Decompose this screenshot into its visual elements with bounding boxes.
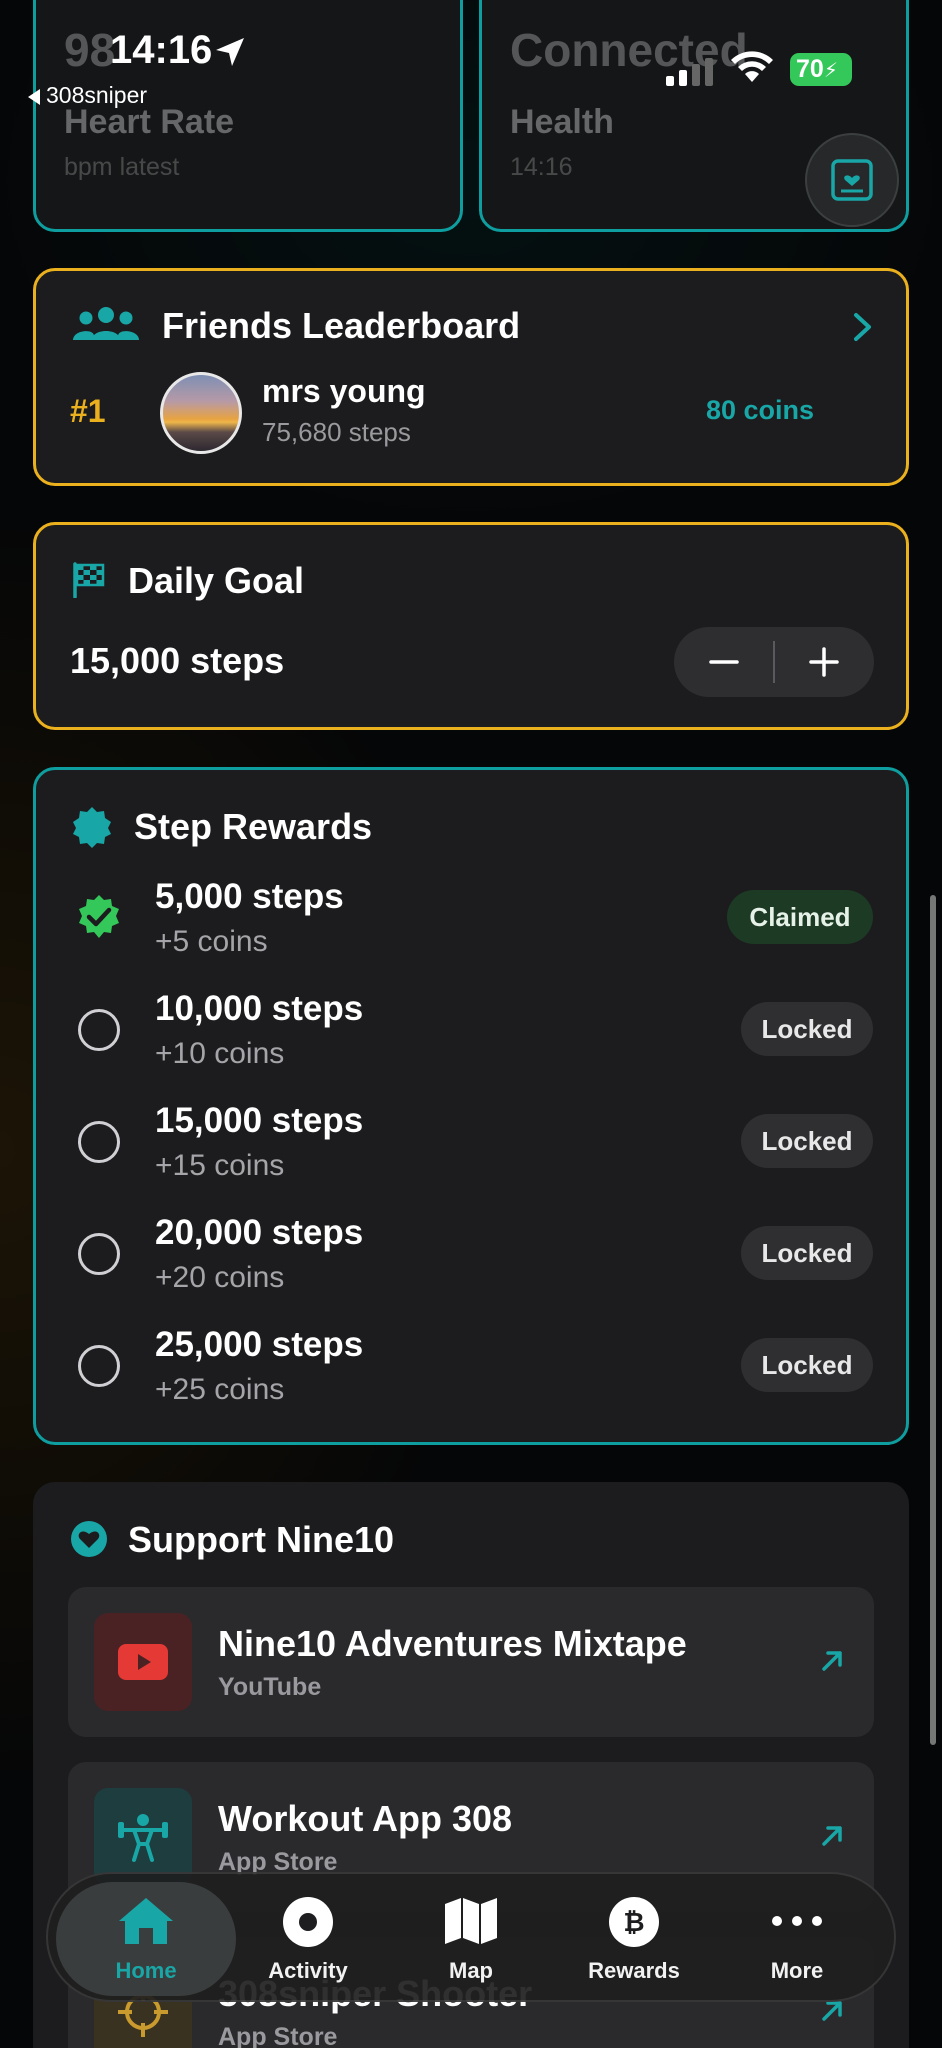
plus-icon — [809, 647, 839, 677]
link-subtitle: YouTube — [218, 1673, 322, 1701]
friends-leaderboard-card[interactable] — [33, 268, 909, 486]
claimed-check-icon — [79, 895, 119, 938]
charging-bolt-icon: ⚡ — [823, 60, 838, 82]
tab-label: More — [770, 1958, 824, 1983]
locked-badge: Locked — [741, 1002, 873, 1056]
link-subtitle: App Store — [218, 2023, 338, 2048]
health-title: Health — [510, 103, 614, 141]
floating-note-button[interactable] — [805, 133, 899, 227]
scrollbar[interactable] — [930, 895, 936, 1745]
bottom-tab-bar: Home Activity Map ₿ Rewards More — [46, 1872, 896, 2002]
locked-circle-icon — [78, 1345, 120, 1387]
weightlifter-icon — [118, 1814, 168, 1862]
tab-label: Home — [115, 1958, 177, 1983]
reward-coins: +10 coins — [155, 1037, 285, 1070]
reward-coins: +15 coins — [155, 1149, 285, 1182]
reward-steps: 25,000 steps — [155, 1325, 364, 1364]
more-icon — [772, 1916, 822, 1926]
chevron-right-icon[interactable] — [852, 312, 874, 342]
note-icon — [831, 159, 873, 201]
reward-steps: 5,000 steps — [155, 877, 344, 916]
locked-circle-icon — [78, 1233, 120, 1275]
external-arrow-icon — [822, 1826, 842, 1846]
leaderboard-name: mrs young — [262, 373, 426, 409]
daily-goal-card — [33, 522, 909, 730]
support-title: Support Nine10 — [128, 1519, 395, 1560]
leaderboard-coins: 80 coins — [705, 395, 814, 425]
tab-label: Rewards — [588, 1958, 680, 1983]
external-arrow-icon — [822, 1651, 842, 1671]
reward-coins: +5 coins — [155, 925, 268, 958]
reward-steps: 10,000 steps — [155, 989, 364, 1028]
step-rewards-title: Step Rewards — [134, 806, 373, 847]
locked-circle-icon — [78, 1009, 120, 1051]
tab-home[interactable]: Home — [66, 1874, 226, 2004]
leaderboard-title: Friends Leaderboard — [162, 305, 521, 346]
battery-level: 70 — [796, 55, 824, 83]
friends-group-icon — [73, 307, 139, 340]
tab-more[interactable]: More — [717, 1874, 877, 2004]
reward-steps: 20,000 steps — [155, 1213, 364, 1252]
activity-icon — [283, 1897, 333, 1947]
tab-label: Map — [449, 1958, 493, 1983]
goal-stepper — [674, 627, 874, 697]
location-arrow-icon — [216, 38, 244, 66]
youtube-icon — [118, 1644, 168, 1680]
leaderboard-steps: 75,680 steps — [262, 417, 411, 447]
youtube-icon-tile — [94, 1613, 192, 1711]
tab-label: Activity — [268, 1958, 348, 1983]
heart-rate-value: 98 — [64, 24, 116, 76]
heart-rate-sub: bpm latest — [64, 153, 180, 181]
map-icon — [445, 1898, 497, 1944]
tab-map[interactable]: Map — [391, 1874, 551, 2004]
back-to-app[interactable]: 308sniper — [28, 82, 147, 109]
link-title: Workout App 308 — [218, 1798, 513, 1839]
battery-indicator: 70⚡ — [790, 53, 852, 86]
locked-badge: Locked — [741, 1114, 873, 1168]
claimed-badge: Claimed — [727, 890, 873, 944]
svg-text:₿: ₿ — [623, 1908, 644, 1938]
locked-badge: Locked — [741, 1226, 873, 1280]
badge-seal-icon — [73, 807, 111, 848]
status-time: 14:16 — [110, 28, 213, 72]
bitcoin-icon: ₿ — [609, 1897, 659, 1947]
leaderboard-rank: #1 — [70, 393, 106, 429]
decrease-goal-button[interactable] — [674, 627, 774, 697]
heart-rate-card[interactable]: 98 Heart Rate bpm latest — [33, 0, 463, 232]
home-icon — [119, 1898, 173, 1944]
link-title: Nine10 Adventures Mixtape — [218, 1623, 687, 1664]
reward-coins: +20 coins — [155, 1261, 285, 1294]
reward-steps: 15,000 steps — [155, 1101, 364, 1140]
daily-goal-title: Daily Goal — [128, 560, 305, 601]
health-sub: 14:16 — [510, 153, 573, 181]
increase-goal-button[interactable] — [774, 627, 874, 697]
reward-coins: +25 coins — [155, 1373, 285, 1406]
back-app-label: 308sniper — [46, 82, 148, 108]
tab-rewards[interactable]: ₿ Rewards — [554, 1874, 714, 2004]
locked-badge: Locked — [741, 1338, 873, 1392]
locked-circle-icon — [78, 1121, 120, 1163]
tab-activity[interactable]: Activity — [228, 1874, 388, 2004]
heart-circle-icon — [71, 1521, 107, 1557]
link-card-youtube[interactable]: Nine10 Adventures Mixtape YouTube — [68, 1587, 874, 1737]
wifi-icon — [731, 51, 773, 82]
cellular-signal-icon — [666, 58, 713, 86]
checkered-flag-icon — [73, 562, 105, 598]
daily-goal-value: 15,000 steps — [70, 640, 285, 681]
back-triangle-icon — [28, 88, 40, 105]
minus-icon — [709, 660, 739, 664]
avatar — [160, 372, 242, 454]
